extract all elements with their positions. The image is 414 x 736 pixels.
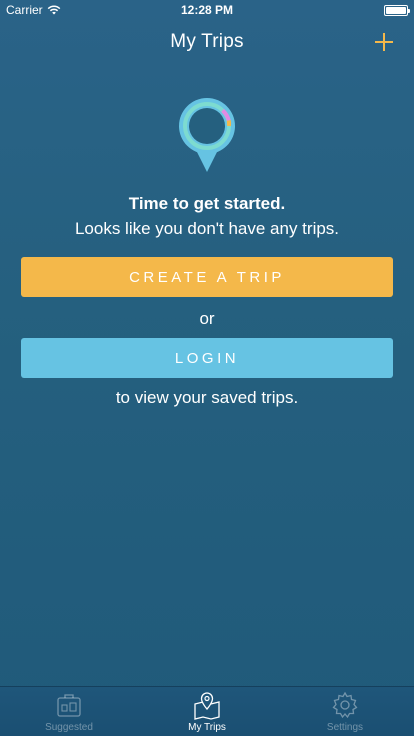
create-trip-button[interactable]: CREATE A TRIP [21,257,393,297]
tab-suggested[interactable]: Suggested [0,687,138,736]
tab-label: My Trips [188,722,226,733]
status-time: 12:28 PM [180,3,234,17]
status-left: Carrier [6,3,61,17]
or-label: or [199,309,215,328]
carrier-label: Carrier [6,3,43,17]
gear-icon [332,691,358,719]
tab-label: Suggested [45,722,93,733]
wifi-icon [47,5,61,15]
saved-trips-hint: to view your saved trips. [115,388,299,407]
plus-icon[interactable] [370,28,398,56]
tab-my-trips[interactable]: My Trips [138,687,276,736]
empty-state-heading: Time to get started. [128,194,286,213]
empty-state-subheading: Looks like you don't have any trips. [74,219,340,238]
map-pin-icon [194,692,220,720]
tab-bar: Suggested My Trips Settings [0,686,414,736]
tab-label: Settings [326,722,364,733]
tab-settings[interactable]: Settings [276,687,414,736]
battery-icon [384,4,410,16]
status-bar: Carrier 12:28 PM [0,0,414,20]
login-button[interactable]: LOGIN [21,338,393,378]
page-title: My Trips [170,31,244,52]
location-pin-logo-icon [179,98,235,172]
nav-bar: My Trips [0,20,414,64]
suitcase-icon [57,694,81,717]
